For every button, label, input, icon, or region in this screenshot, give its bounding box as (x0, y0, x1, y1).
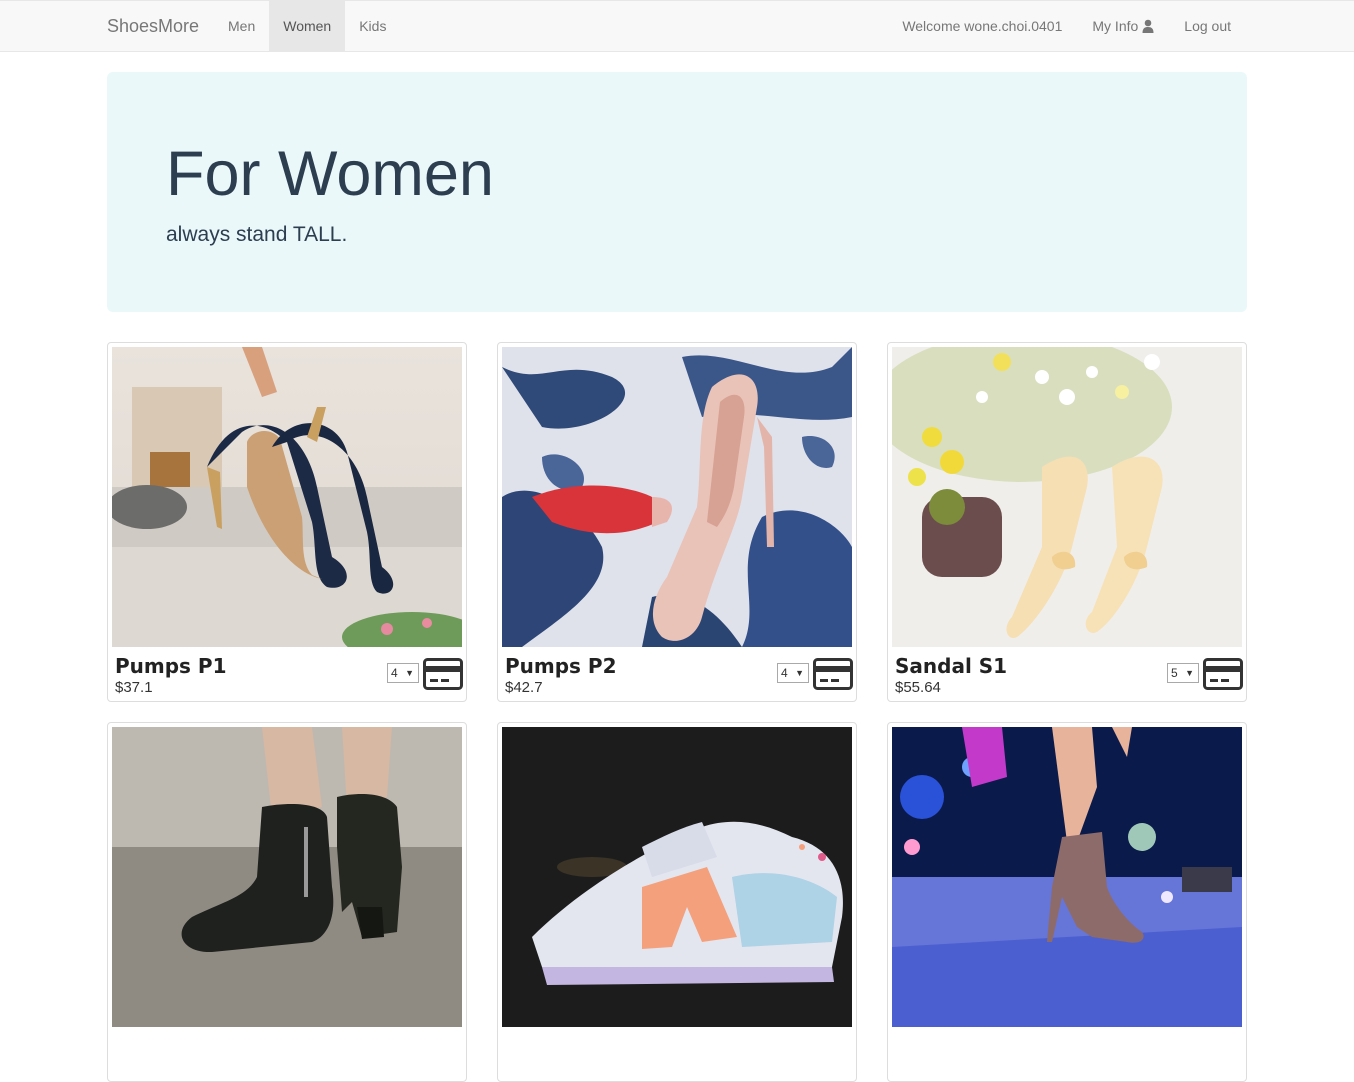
product-price: $37.1 (115, 679, 153, 696)
product-image-sneakers[interactable] (502, 727, 852, 1027)
hero-subtitle: always stand TALL. (166, 223, 348, 246)
product-card (887, 722, 1247, 1082)
quantity-select[interactable]: 4 ▼ (387, 663, 419, 683)
user-nav: Welcome wone.choi.0401 My Info Log out (887, 1, 1246, 51)
product-price: $55.64 (895, 679, 941, 696)
product-card: Pumps P2 $42.7 4 ▼ (497, 342, 857, 702)
product-card (107, 722, 467, 1082)
quantity-value: 5 (1171, 666, 1178, 680)
top-navbar: ShoesMore Men Women Kids Welcome wone.ch… (0, 0, 1354, 52)
product-price: $42.7 (505, 679, 543, 696)
hero-title: For Women (166, 139, 494, 209)
brand-logo[interactable]: ShoesMore (107, 16, 199, 36)
nav-item-men[interactable]: Men (214, 1, 269, 51)
product-image-pink-pumps[interactable] (502, 347, 852, 647)
hero-banner: For Women always stand TALL. (107, 72, 1247, 312)
chevron-down-icon: ▼ (1185, 668, 1194, 678)
product-image-navy-pumps[interactable] (112, 347, 462, 647)
user-icon (1142, 19, 1154, 33)
welcome-text: Welcome wone.choi.0401 (902, 18, 1063, 34)
credit-card-icon[interactable] (1203, 658, 1243, 690)
chevron-down-icon: ▼ (405, 668, 414, 678)
quantity-select[interactable]: 5 ▼ (1167, 663, 1199, 683)
product-card (497, 722, 857, 1082)
logout-link[interactable]: Log out (1169, 1, 1246, 51)
product-name[interactable]: Pumps P2 (505, 654, 617, 678)
product-image-black-boots[interactable] (112, 727, 462, 1027)
nav-item-women[interactable]: Women (269, 1, 346, 51)
product-name[interactable]: Pumps P1 (115, 654, 227, 678)
my-info-link[interactable]: My Info (1077, 1, 1169, 51)
nav-item-kids[interactable]: Kids (345, 1, 400, 51)
product-image-sandal[interactable] (892, 347, 1242, 647)
quantity-value: 4 (781, 666, 788, 680)
category-nav: Men Women Kids (214, 1, 400, 51)
product-name[interactable]: Sandal S1 (895, 654, 1007, 678)
product-card: Pumps P1 $37.1 4 ▼ (107, 342, 467, 702)
quantity-value: 4 (391, 666, 398, 680)
product-card: Sandal S1 $55.64 5 ▼ (887, 342, 1247, 702)
quantity-select[interactable]: 4 ▼ (777, 663, 809, 683)
chevron-down-icon: ▼ (795, 668, 804, 678)
credit-card-icon[interactable] (813, 658, 853, 690)
credit-card-icon[interactable] (423, 658, 463, 690)
product-image-glitter-boot[interactable] (892, 727, 1242, 1027)
my-info-label: My Info (1092, 18, 1139, 34)
